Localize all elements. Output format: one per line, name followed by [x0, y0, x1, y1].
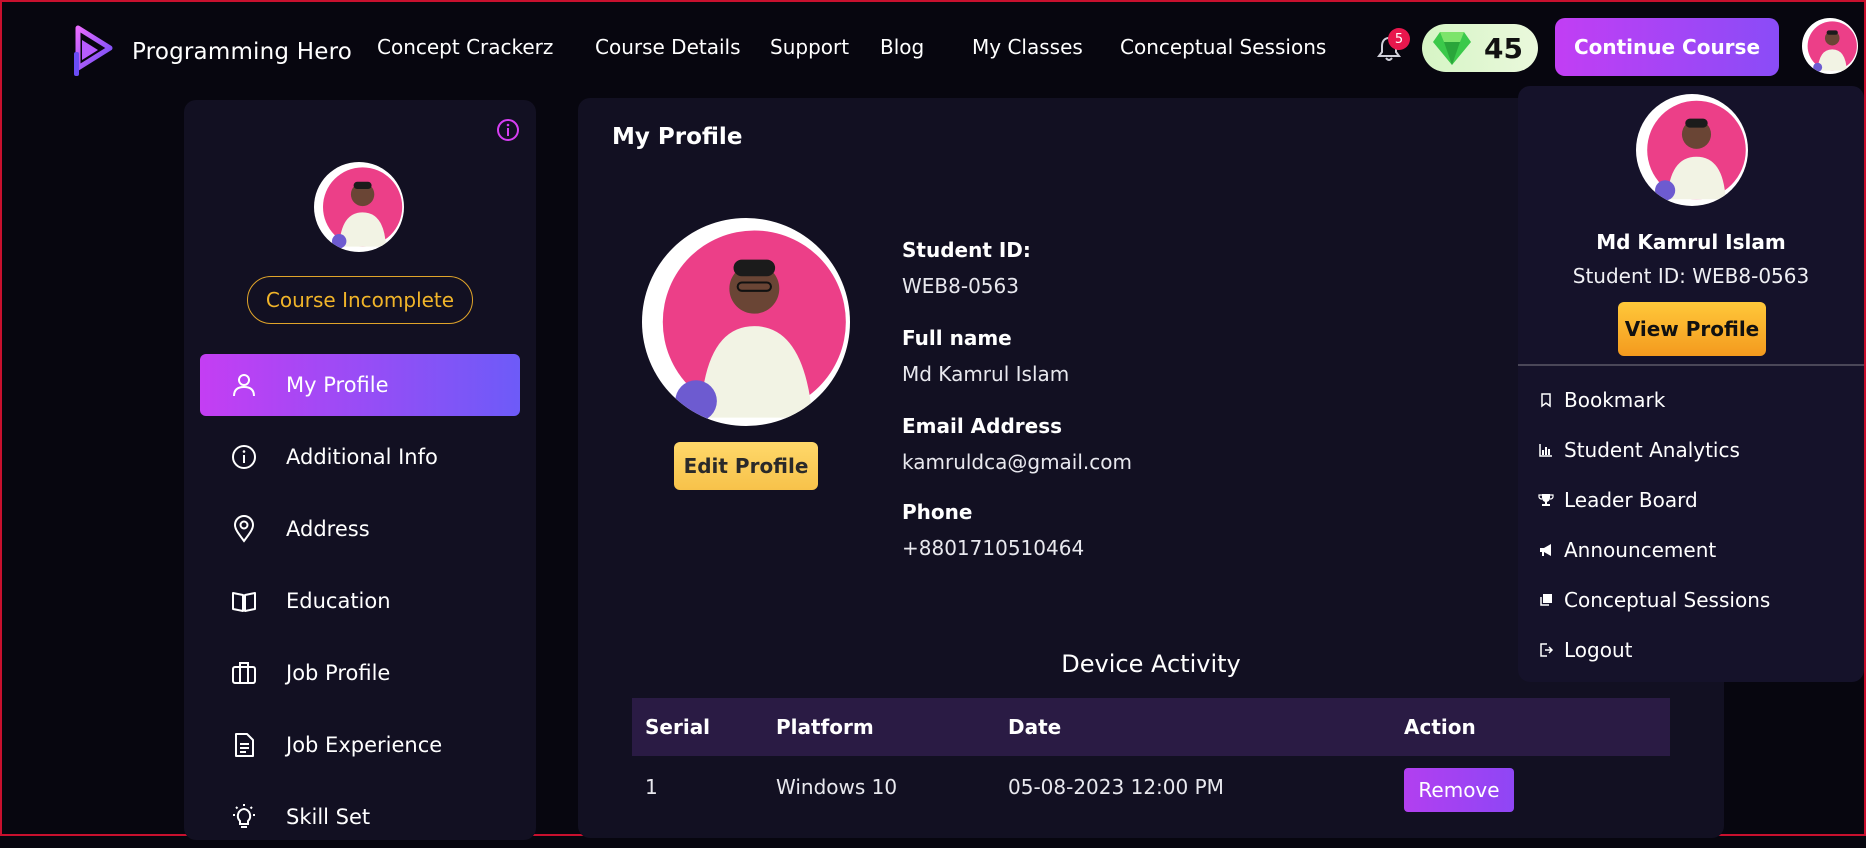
course-status-badge: Course Incomplete: [247, 276, 473, 324]
dropdown-user-name: Md Kamrul Islam: [1596, 230, 1786, 254]
nav-my-classes[interactable]: My Classes: [972, 35, 1083, 59]
dropdown-avatar: [1636, 94, 1748, 206]
nav-concept-crackerz[interactable]: Concept Crackerz: [377, 35, 553, 59]
remove-device-button[interactable]: Remove: [1404, 768, 1514, 812]
nav-blog[interactable]: Blog: [880, 35, 924, 59]
dropdown-item-logout[interactable]: Logout: [1538, 638, 1632, 662]
document-icon: [235, 733, 254, 757]
gem-balance[interactable]: 45: [1422, 24, 1538, 72]
continue-course-button[interactable]: Continue Course: [1555, 18, 1779, 76]
user-photo-icon: [1647, 100, 1746, 201]
sidebar-item-label: Skill Set: [286, 805, 371, 829]
page-title: My Profile: [612, 124, 743, 150]
phone-label: Phone: [902, 500, 973, 524]
dropdown-divider: [1518, 364, 1864, 366]
briefcase-icon: [232, 662, 256, 684]
table-header: Serial Platform Date Action: [632, 698, 1670, 756]
column-platform: Platform: [776, 715, 874, 739]
dropdown-item-student-analytics[interactable]: Student Analytics: [1538, 438, 1740, 462]
user-photo-icon: [1807, 21, 1857, 72]
row-serial: 1: [645, 775, 658, 799]
dropdown-item-label: Leader Board: [1564, 488, 1698, 512]
edit-profile-button[interactable]: Edit Profile: [674, 442, 818, 490]
dropdown-item-label: Student Analytics: [1564, 438, 1740, 462]
device-activity-table: Serial Platform Date Action 1 Windows 10…: [632, 698, 1670, 818]
column-date: Date: [1008, 715, 1062, 739]
user-photo-icon: [662, 230, 846, 422]
megaphone-icon: [1540, 544, 1551, 556]
info-icon: [232, 445, 256, 469]
sidebar-item-job-profile[interactable]: Job Profile: [200, 642, 520, 704]
sidebar-item-education[interactable]: Education: [200, 570, 520, 632]
dropdown-student-id: Student ID: WEB8-0563: [1572, 264, 1810, 288]
brand-name: Programming Hero: [132, 39, 352, 65]
sidebar-item-additional-info[interactable]: Additional Info: [200, 426, 520, 488]
view-profile-button[interactable]: View Profile: [1618, 302, 1766, 356]
sessions-icon: [1540, 594, 1552, 606]
row-platform: Windows 10: [776, 775, 898, 799]
top-navbar: Programming Hero Concept Crackerz Course…: [2, 2, 1864, 92]
info-icon[interactable]: [496, 118, 520, 142]
dropdown-item-conceptual-sessions[interactable]: Conceptual Sessions: [1538, 588, 1770, 612]
row-date: 05-08-2023 12:00 PM: [1008, 775, 1224, 799]
profile-avatar: [642, 218, 850, 426]
book-icon: [232, 592, 256, 612]
dropdown-item-announcement[interactable]: Announcement: [1538, 538, 1716, 562]
notification-count-badge: 5: [1388, 28, 1410, 50]
lightbulb-icon: [233, 804, 255, 828]
brand-logo[interactable]: Programming Hero: [70, 24, 352, 80]
bookmark-icon: [1541, 393, 1551, 408]
dropdown-item-label: Announcement: [1564, 538, 1717, 562]
profile-dropdown-menu: Md Kamrul Islam Student ID: WEB8-0563 Vi…: [1518, 86, 1864, 682]
sidebar-item-label: Address: [286, 517, 370, 541]
sidebar-item-label: Additional Info: [286, 445, 438, 469]
sidebar-item-label: Job Profile: [286, 661, 391, 685]
student-id-value: WEB8-0563: [902, 274, 1019, 298]
email-value: kamruldca@gmail.com: [902, 450, 1132, 474]
student-id-label: Student ID:: [902, 238, 1031, 262]
location-pin-icon: [233, 515, 255, 543]
programming-hero-logo-icon: [74, 25, 113, 76]
trophy-icon: [1538, 494, 1554, 506]
sidebar-avatar: [314, 162, 404, 252]
gem-icon: [1433, 32, 1471, 65]
user-photo-icon: [323, 167, 403, 249]
user-icon: [233, 374, 255, 397]
logout-icon: [1540, 643, 1554, 657]
gem-count: 45: [1484, 31, 1523, 65]
dropdown-item-label: Logout: [1564, 638, 1633, 662]
sidebar-item-skill-set[interactable]: Skill Set: [200, 786, 520, 848]
full-name-value: Md Kamrul Islam: [902, 362, 1070, 386]
dropdown-item-leader-board[interactable]: Leader Board: [1538, 488, 1698, 512]
sidebar-item-label: Job Experience: [286, 733, 443, 757]
nav-course-details[interactable]: Course Details: [595, 35, 741, 59]
nav-support[interactable]: Support: [770, 35, 849, 59]
sidebar-item-job-experience[interactable]: Job Experience: [200, 714, 520, 776]
header-avatar[interactable]: [1802, 18, 1858, 74]
bar-chart-icon: [1539, 444, 1552, 457]
dropdown-item-label: Bookmark: [1564, 388, 1666, 412]
column-action: Action: [1404, 715, 1476, 739]
sidebar-item-my-profile[interactable]: My Profile: [200, 354, 520, 416]
column-serial: Serial: [645, 715, 711, 739]
table-row: 1 Windows 10 05-08-2023 12:00 PM Remove: [632, 756, 1670, 818]
phone-value: +8801710510464: [902, 536, 1085, 560]
profile-sidebar: Course Incomplete My Profile Additional …: [184, 100, 536, 840]
sidebar-item-label: Education: [286, 589, 391, 613]
dropdown-item-bookmark[interactable]: Bookmark: [1538, 388, 1665, 412]
email-label: Email Address: [902, 414, 1063, 438]
nav-conceptual-sessions[interactable]: Conceptual Sessions: [1120, 35, 1326, 59]
dropdown-item-label: Conceptual Sessions: [1564, 588, 1771, 612]
sidebar-item-label: My Profile: [286, 373, 389, 397]
full-name-label: Full name: [902, 326, 1012, 350]
sidebar-item-address[interactable]: Address: [200, 498, 520, 560]
